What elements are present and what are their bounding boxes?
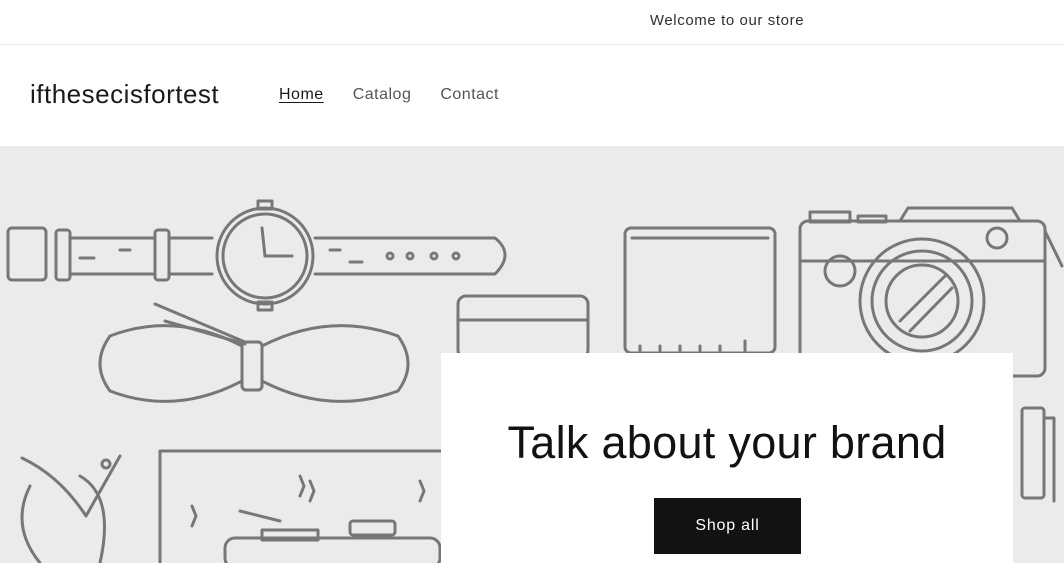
announcement-bar: Welcome to our store	[0, 0, 1064, 45]
nav-link-catalog[interactable]: Catalog	[353, 86, 412, 104]
site-header: ifthesecisfortest Home Catalog Contact	[0, 45, 1064, 146]
bow-tie-illustration	[98, 302, 410, 403]
cup-illustration	[456, 294, 590, 360]
wristwatch-illustration	[6, 199, 507, 312]
banner-content-box: Talk about your brand Shop all	[441, 353, 1013, 563]
hero-banner: Talk about your brand Shop all	[0, 146, 1064, 563]
pen-illustration	[1020, 406, 1056, 503]
camera-illustration	[798, 206, 1064, 378]
store-logo[interactable]: ifthesecisfortest	[30, 79, 219, 110]
eyeglasses-illustration	[20, 454, 122, 563]
notebook-illustration	[158, 449, 447, 563]
banner-heading: Talk about your brand	[507, 417, 947, 468]
announcement-text: Welcome to our store	[649, 12, 805, 29]
nav-link-contact[interactable]: Contact	[440, 86, 499, 104]
camera-lens-illustration	[623, 226, 777, 355]
film-camera-illustration	[223, 509, 442, 563]
nav-link-home[interactable]: Home	[279, 86, 324, 104]
main-nav: Home Catalog Contact	[279, 86, 528, 104]
shop-all-button[interactable]: Shop all	[654, 498, 801, 554]
